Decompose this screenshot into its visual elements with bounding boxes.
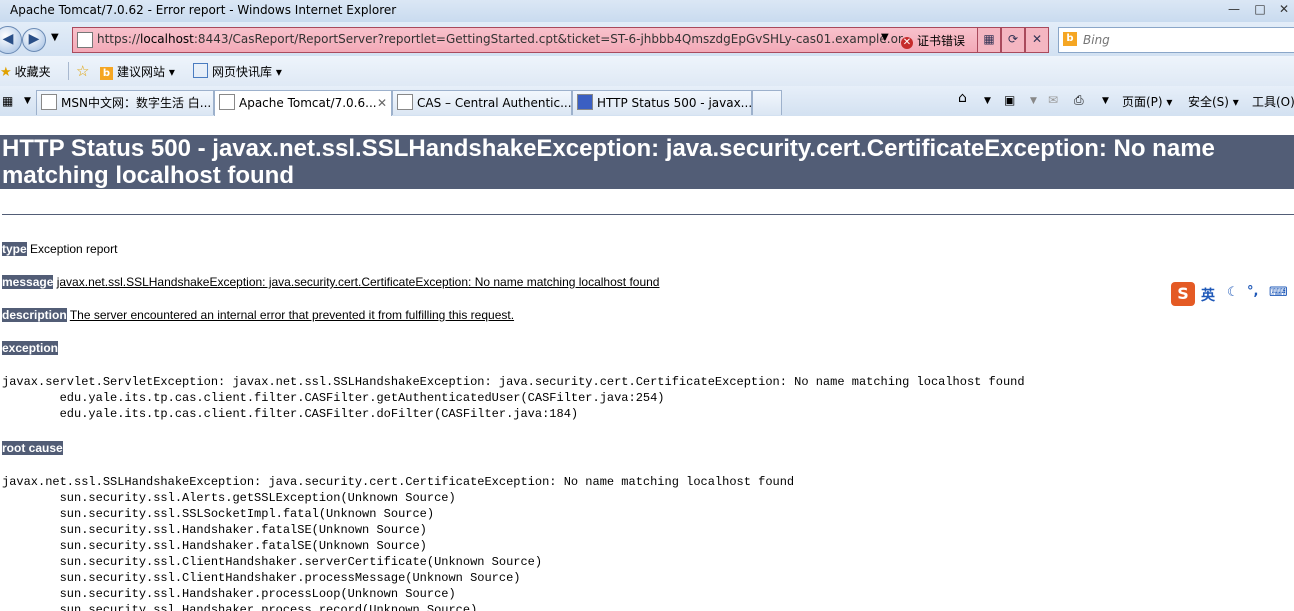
address-bar[interactable]: https://localhost:8443/CasReport/ReportS… xyxy=(72,27,979,53)
bing-logo-icon: b xyxy=(1063,32,1077,46)
tools-menu-button[interactable]: 工具(O) xyxy=(1252,93,1294,110)
message-label: message xyxy=(2,275,54,289)
exception-row: exception xyxy=(2,341,59,355)
divider xyxy=(68,62,69,80)
type-value: Exception report xyxy=(26,242,118,256)
web-slice-icon xyxy=(193,63,208,78)
compatibility-icon: ▦ xyxy=(983,32,995,46)
tab-bar: ▦ ▼ MSN中文网：数字生活 白... Apache Tomcat/7.0.6… xyxy=(0,86,1294,117)
certificate-error-button[interactable]: ✕ 证书错误 xyxy=(901,32,965,49)
favorites-bar: ★ 收藏夹 ☆ b 建议网站 ▾ 网页快讯库 ▾ xyxy=(0,56,1294,87)
divider xyxy=(2,214,1294,215)
error-x-icon: ✕ xyxy=(901,37,913,49)
tab-msn[interactable]: MSN中文网：数字生活 白... xyxy=(36,90,214,115)
exception-label: exception xyxy=(2,341,59,355)
description-value: The server encountered an internal error… xyxy=(69,308,515,322)
tab-cas[interactable]: CAS – Central Authentic... xyxy=(392,90,572,115)
page-content: HTTP Status 500 - javax.net.ssl.SSLHands… xyxy=(0,116,1294,611)
home-dropdown-icon[interactable]: ▼ xyxy=(984,96,991,106)
description-label: description xyxy=(2,308,67,322)
ime-language-indicator[interactable]: 英 xyxy=(1201,285,1215,305)
compatibility-view-button[interactable]: ▦ xyxy=(977,27,1001,53)
root-cause-row: root cause xyxy=(2,441,63,455)
paw-favicon-icon xyxy=(577,94,593,110)
minimize-button[interactable]: — xyxy=(1222,0,1246,18)
feeds-dropdown-icon[interactable]: ▼ xyxy=(1030,96,1037,106)
close-tab-icon[interactable]: ✕ xyxy=(377,91,387,115)
back-arrow-icon: ◀ xyxy=(2,31,14,47)
address-url[interactable]: https://localhost:8443/CasReport/ReportS… xyxy=(97,32,903,46)
tab-list-dropdown-icon[interactable]: ▼ xyxy=(24,96,31,106)
page-favicon-icon xyxy=(219,94,235,110)
punctuation-icon[interactable]: °, xyxy=(1247,284,1258,299)
back-button[interactable]: ◀ xyxy=(0,26,22,54)
search-box[interactable]: b xyxy=(1058,27,1294,53)
message-value: javax.net.ssl.SSLHandshakeException: jav… xyxy=(56,275,660,289)
forward-arrow-icon: ▶ xyxy=(28,31,40,47)
maximize-button[interactable]: □ xyxy=(1248,0,1272,18)
print-icon[interactable]: ⎙ xyxy=(1074,93,1084,108)
home-icon[interactable]: ⌂ xyxy=(958,90,967,106)
msn-favicon-icon xyxy=(41,94,57,110)
mail-icon[interactable]: ✉ xyxy=(1048,93,1058,107)
web-slice-gallery-button[interactable]: 网页快讯库 ▾ xyxy=(193,63,282,80)
safety-menu-button[interactable]: 安全(S) ▾ xyxy=(1188,93,1239,110)
window-title: Apache Tomcat/7.0.62 - Error report - Wi… xyxy=(10,3,397,17)
page-title: HTTP Status 500 - javax.net.ssl.SSLHands… xyxy=(0,135,1294,189)
message-row: message javax.net.ssl.SSLHandshakeExcept… xyxy=(2,275,659,289)
type-row: type Exception report xyxy=(2,242,117,256)
add-favorite-icon[interactable]: ☆ xyxy=(76,62,89,80)
description-row: description The server encountered an in… xyxy=(2,308,514,322)
type-label: type xyxy=(2,242,27,256)
ime-toolbar[interactable]: S 英 ☾ °, ⌨ xyxy=(1171,282,1291,306)
moon-icon[interactable]: ☾ xyxy=(1227,285,1239,300)
page-favicon-icon xyxy=(397,94,413,110)
print-dropdown-icon[interactable]: ▼ xyxy=(1102,96,1109,106)
forward-button[interactable]: ▶ xyxy=(22,28,46,52)
tab-apache-tomcat[interactable]: Apache Tomcat/7.0.6... ✕ xyxy=(214,90,392,116)
navigation-bar: ◀ ▶ ▼ https://localhost:8443/CasReport/R… xyxy=(0,22,1294,56)
history-dropdown-icon[interactable]: ▼ xyxy=(51,32,59,43)
feeds-icon[interactable]: ▣ xyxy=(1004,93,1015,107)
suggested-sites-button[interactable]: b 建议网站 ▾ xyxy=(100,63,175,80)
exception-stack-trace: javax.servlet.ServletException: javax.ne… xyxy=(2,375,1025,421)
sogou-logo-icon: S xyxy=(1171,282,1195,306)
close-window-button[interactable]: ✕ xyxy=(1272,0,1294,18)
root-cause-label: root cause xyxy=(2,441,63,455)
bing-logo-icon: b xyxy=(100,67,113,80)
refresh-icon: ⟳ xyxy=(1007,32,1019,46)
new-tab-button[interactable] xyxy=(752,90,782,115)
favorites-button[interactable]: ★ 收藏夹 xyxy=(0,63,51,80)
page-favicon-icon xyxy=(77,32,93,48)
favorites-star-icon: ★ xyxy=(0,65,12,80)
tab-http-status[interactable]: HTTP Status 500 - javax.... xyxy=(572,90,752,115)
stop-button[interactable]: ✕ xyxy=(1025,27,1049,53)
page-menu-button[interactable]: 页面(P) ▾ xyxy=(1122,93,1172,110)
quick-tabs-icon[interactable]: ▦ xyxy=(2,94,13,108)
search-input[interactable] xyxy=(1081,30,1285,50)
window-titlebar: Apache Tomcat/7.0.62 - Error report - Wi… xyxy=(0,0,1294,22)
keyboard-icon[interactable]: ⌨ xyxy=(1269,285,1288,300)
root-cause-stack-trace: javax.net.ssl.SSLHandshakeException: jav… xyxy=(2,475,795,611)
refresh-button[interactable]: ⟳ xyxy=(1001,27,1025,53)
address-dropdown-icon[interactable]: ▼ xyxy=(881,32,889,43)
stop-x-icon: ✕ xyxy=(1031,32,1043,46)
